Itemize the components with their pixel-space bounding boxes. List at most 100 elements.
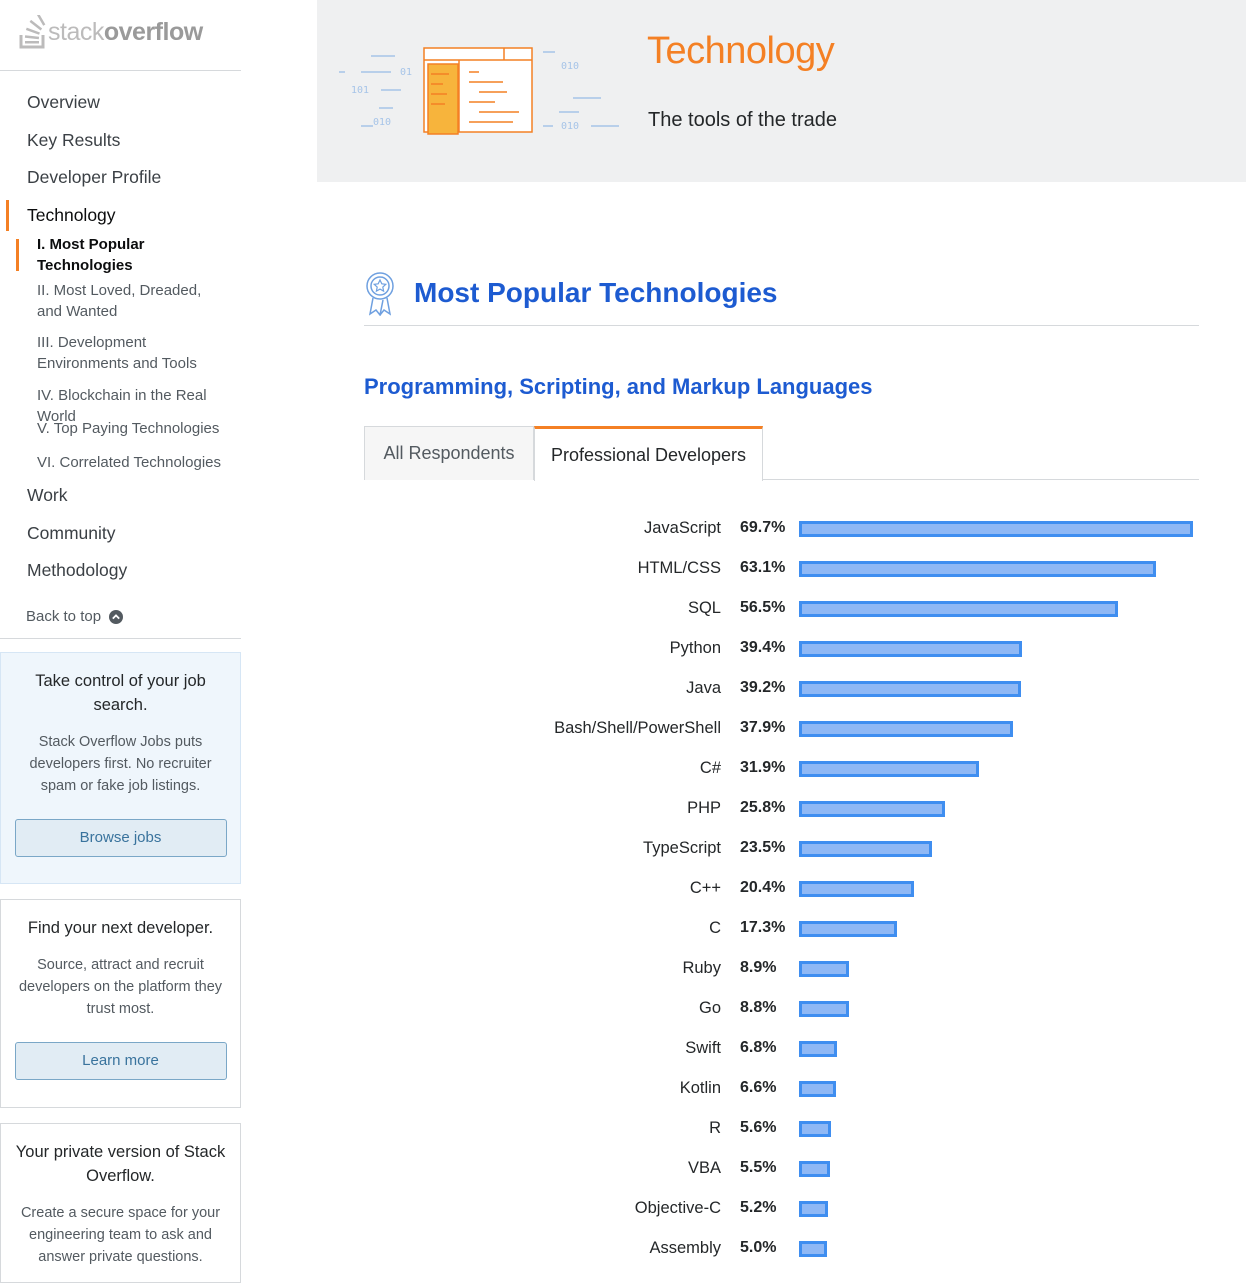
chart-row: JavaScript 69.7% — [364, 509, 1199, 549]
category-label: JavaScript — [643, 519, 721, 537]
popular-languages-chart: JavaScript 69.7% HTML/CSS 63.1% SQL 56.5% Pyth… — [364, 509, 1199, 1269]
back-to-top-label: Back to top — [26, 608, 102, 625]
value-label: 69.7% — [740, 519, 786, 536]
svg-text:010: 010 — [561, 61, 579, 72]
category-label: PHP — [687, 799, 721, 817]
chart-row: R 5.6% — [364, 1109, 1199, 1149]
category-label: Swift — [685, 1039, 721, 1057]
value-label: 25.8% — [740, 799, 786, 816]
subnav-item-blockchain[interactable]: IV. Blockchain in the Real World — [0, 379, 241, 425]
teams-promo: Your private version of Stack Overflow. … — [0, 1123, 241, 1283]
category-label: R — [709, 1119, 721, 1137]
bar — [799, 601, 1118, 617]
tab-all-respondents[interactable]: All Respondents — [364, 426, 534, 480]
sidebar: stackoverflow Overview Key Results Devel… — [0, 0, 241, 1283]
category-label: HTML/CSS — [637, 559, 721, 577]
value-label: 23.5% — [740, 839, 786, 856]
bar — [799, 841, 932, 857]
bar — [799, 1001, 849, 1017]
value-label: 17.3% — [740, 919, 786, 936]
bar — [799, 641, 1022, 657]
category-label: Kotlin — [679, 1079, 721, 1097]
nav-item-overview[interactable]: Overview — [0, 84, 241, 122]
bar — [799, 1201, 828, 1217]
svg-text:010: 010 — [373, 117, 391, 128]
bar — [799, 1121, 831, 1137]
category-label: Python — [669, 639, 721, 657]
svg-text:010: 010 — [561, 121, 579, 132]
back-to-top-link[interactable]: Back to top — [26, 608, 124, 625]
hero-banner: 01 101 010 010 010 Technology The tools … — [317, 0, 1246, 182]
promo-body: Stack Overflow Jobs puts developers firs… — [29, 734, 212, 794]
category-label: C — [709, 919, 721, 937]
chart-row: SQL 56.5% — [364, 589, 1199, 629]
award-badge-icon — [366, 271, 394, 316]
nav-item-community[interactable]: Community — [0, 515, 241, 553]
chart-row: C 17.3% — [364, 909, 1199, 949]
subnav-item-correlated[interactable]: VI. Correlated Technologies — [0, 446, 241, 477]
main-content: Most Popular Technologies Programming, S… — [364, 260, 1199, 481]
value-label: 39.2% — [740, 679, 786, 696]
sidebar-nav: Overview Key Results Developer Profile T… — [0, 84, 241, 590]
category-label: C# — [699, 759, 721, 777]
chart-row: HTML/CSS 63.1% — [364, 549, 1199, 589]
value-label: 5.0% — [740, 1239, 777, 1256]
stackoverflow-logo[interactable]: stackoverflow — [18, 14, 203, 50]
browse-jobs-button[interactable]: Browse jobs — [14, 819, 227, 857]
page-subtitle: The tools of the trade — [648, 109, 838, 131]
divider — [0, 70, 241, 71]
value-label: 37.9% — [740, 719, 786, 736]
section-title: Most Popular Technologies — [414, 276, 778, 308]
bar — [799, 961, 849, 977]
chart-row: TypeScript 23.5% — [364, 829, 1199, 869]
tab-professional-developers[interactable]: Professional Developers — [534, 426, 763, 481]
code-window-illustration: 01 101 010 010 010 — [339, 47, 619, 135]
value-label: 5.5% — [740, 1159, 777, 1176]
category-label: C++ — [689, 879, 721, 897]
value-label: 63.1% — [740, 559, 786, 576]
value-label: 31.9% — [740, 759, 786, 776]
subnav-item-most-popular[interactable]: I. Most Popular Technologies — [0, 236, 241, 274]
category-label: Ruby — [682, 959, 721, 977]
chart-row: Kotlin 6.6% — [364, 1069, 1199, 1109]
divider — [0, 638, 241, 639]
chart-row: C# 31.9% — [364, 749, 1199, 789]
category-label: Bash/Shell/PowerShell — [554, 719, 721, 737]
chart-row: VBA 5.5% — [364, 1149, 1199, 1189]
chart-row: Go 8.8% — [364, 989, 1199, 1029]
promo-body: Create a secure space for your engineeri… — [20, 1205, 221, 1265]
chart-row: C++ 20.4% — [364, 869, 1199, 909]
chart-title: Programming, Scripting, and Markup Langu… — [364, 374, 873, 399]
nav-item-developer-profile[interactable]: Developer Profile — [0, 159, 241, 197]
svg-text:101: 101 — [351, 85, 369, 96]
page-title: Technology — [647, 30, 835, 72]
logo-wordmark: stackoverflow — [48, 17, 203, 46]
subnav-item-loved-dreaded[interactable]: II. Most Loved, Dreaded, and Wanted — [0, 273, 241, 325]
bar — [799, 1161, 830, 1177]
value-label: 5.6% — [740, 1119, 777, 1136]
nav-item-key-results[interactable]: Key Results — [0, 122, 241, 160]
learn-more-button[interactable]: Learn more — [14, 1042, 227, 1080]
promo-body: Source, attract and recruit developers o… — [18, 957, 223, 1017]
value-label: 8.8% — [740, 999, 777, 1016]
bar — [799, 801, 945, 817]
stack-logo-icon — [19, 15, 46, 49]
bar — [799, 921, 897, 937]
bar — [799, 1041, 837, 1057]
chart-row: PHP 25.8% — [364, 789, 1199, 829]
value-label: 20.4% — [740, 879, 786, 896]
subnav-item-dev-environments[interactable]: III. Development Environments and Tools — [0, 325, 241, 379]
chevron-up-circle-icon — [109, 609, 124, 624]
jobs-promo: Take control of your job search. Stack O… — [0, 652, 241, 884]
category-label: SQL — [687, 599, 721, 617]
promo-title: Find your next developer. — [27, 919, 214, 937]
chart-row: Assembly 5.0% — [364, 1229, 1199, 1269]
value-label: 5.2% — [740, 1199, 777, 1216]
nav-item-methodology[interactable]: Methodology — [0, 552, 241, 590]
nav-item-technology[interactable]: Technology — [0, 197, 241, 235]
subnav-item-top-paying[interactable]: V. Top Paying Technologies — [0, 412, 241, 446]
value-label: 56.5% — [740, 599, 786, 616]
nav-item-work[interactable]: Work — [0, 477, 241, 515]
category-label: TypeScript — [643, 839, 721, 857]
promo-title: Take control of your job search. — [35, 672, 206, 714]
